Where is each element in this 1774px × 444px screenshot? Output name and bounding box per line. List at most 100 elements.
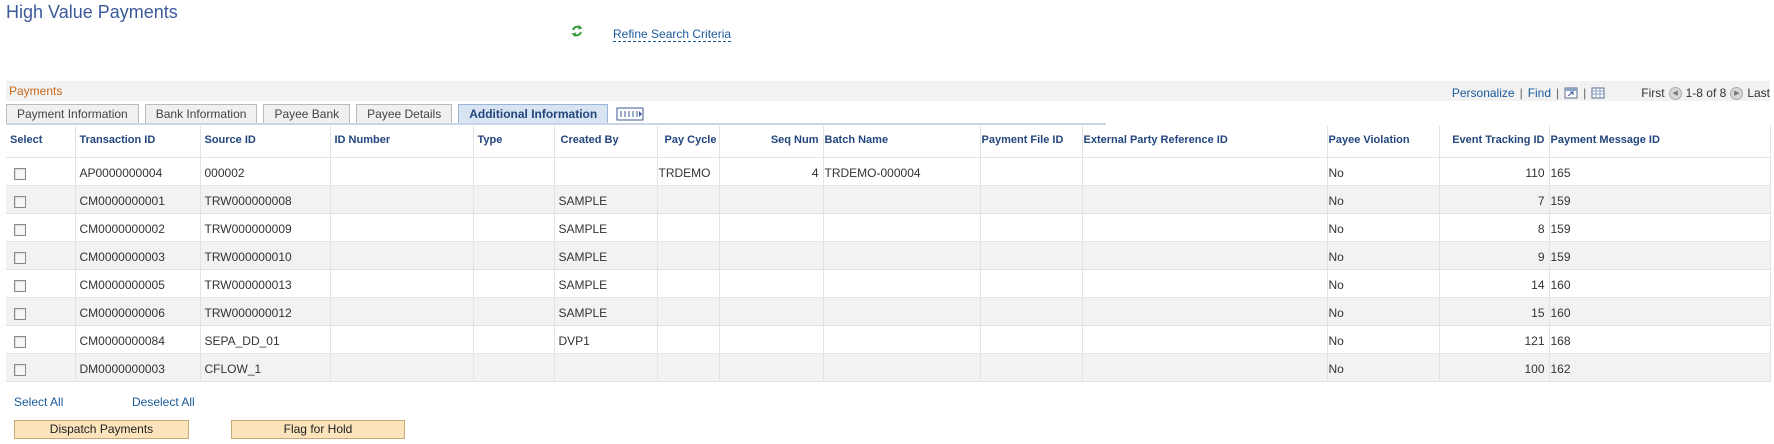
cell-payment-message-id: 160 — [1549, 268, 1771, 297]
cell-payment-message-id: 159 — [1549, 184, 1771, 213]
row-select-checkbox[interactable] — [14, 279, 26, 292]
cell-transaction-id: DM0000000003 — [75, 352, 201, 382]
col-seq-num[interactable]: Seq Num — [719, 126, 824, 157]
show-all-columns-icon[interactable] — [616, 106, 644, 122]
cell-batch-name: TRDEMO-000004 — [823, 156, 981, 185]
tab-payee-bank[interactable]: Payee Bank — [263, 104, 351, 124]
cell-select — [6, 296, 76, 325]
table-row: CM0000000005 TRW000000013 SAMPLE No 14 160 — [6, 268, 1771, 297]
row-select-checkbox[interactable] — [14, 307, 26, 320]
cell-type — [473, 296, 555, 325]
flag-for-hold-button[interactable]: Flag for Hold — [231, 420, 405, 439]
cell-type — [473, 184, 555, 213]
cell-event-tracking-id: 100 — [1439, 352, 1550, 382]
cell-id-number — [330, 212, 474, 241]
cell-batch-name — [823, 352, 981, 382]
personalize-link[interactable]: Personalize — [1452, 86, 1515, 100]
cell-source-id: SEPA_DD_01 — [200, 324, 331, 353]
cell-event-tracking-id: 7 — [1439, 184, 1550, 213]
cell-created-by: SAMPLE — [554, 268, 658, 297]
cell-select — [6, 156, 76, 185]
tab-payment-information[interactable]: Payment Information — [6, 104, 139, 124]
cell-pay-cycle — [657, 240, 720, 269]
cell-seq-num — [719, 240, 824, 269]
cell-source-id: TRW000000010 — [200, 240, 331, 269]
cell-batch-name — [823, 212, 981, 241]
find-link[interactable]: Find — [1528, 86, 1551, 100]
deselect-all-link[interactable]: Deselect All — [132, 395, 195, 409]
col-batch-name[interactable]: Batch Name — [823, 126, 981, 157]
col-payment-file-id[interactable]: Payment File ID — [980, 126, 1083, 157]
cell-payment-message-id: 162 — [1549, 352, 1771, 382]
row-select-checkbox[interactable] — [14, 363, 26, 376]
cell-id-number — [330, 240, 474, 269]
grid-header: Payments Personalize | Find | | First ◀ … — [6, 81, 1770, 101]
cell-pay-cycle: TRDEMO — [657, 156, 720, 185]
cell-external-party-reference-id — [1082, 324, 1328, 353]
col-pay-cycle[interactable]: Pay Cycle — [657, 126, 720, 157]
grid-navigation: Personalize | Find | | First ◀ 1-8 of 8 … — [1452, 85, 1770, 101]
col-payee-violation[interactable]: Payee Violation — [1327, 126, 1440, 157]
dispatch-payments-button[interactable]: Dispatch Payments — [14, 420, 189, 439]
cell-id-number — [330, 156, 474, 185]
nav-separator: | — [1583, 86, 1587, 100]
cell-payee-violation: No — [1327, 352, 1440, 382]
cell-pay-cycle — [657, 184, 720, 213]
col-event-tracking-id[interactable]: Event Tracking ID — [1439, 126, 1550, 157]
col-transaction-id[interactable]: Transaction ID — [75, 126, 201, 157]
cell-select — [6, 212, 76, 241]
cell-id-number — [330, 268, 474, 297]
row-select-checkbox[interactable] — [14, 167, 26, 180]
row-select-checkbox[interactable] — [14, 251, 26, 264]
cell-id-number — [330, 184, 474, 213]
zoom-grid-icon[interactable] — [1564, 87, 1578, 99]
cell-seq-num — [719, 268, 824, 297]
col-source-id[interactable]: Source ID — [200, 126, 331, 157]
cell-payee-violation: No — [1327, 240, 1440, 269]
cell-pay-cycle — [657, 352, 720, 382]
row-select-checkbox[interactable] — [14, 223, 26, 236]
col-payment-message-id[interactable]: Payment Message ID — [1549, 126, 1771, 157]
tab-additional-information[interactable]: Additional Information — [458, 104, 609, 124]
first-arrow-icon[interactable]: ◀ — [1668, 86, 1682, 100]
cell-type — [473, 212, 555, 241]
cell-payment-message-id: 159 — [1549, 240, 1771, 269]
download-icon[interactable] — [1591, 87, 1605, 99]
tab-payee-details[interactable]: Payee Details — [356, 104, 453, 124]
cell-external-party-reference-id — [1082, 184, 1328, 213]
cell-source-id: CFLOW_1 — [200, 352, 331, 382]
cell-payment-file-id — [980, 296, 1083, 325]
nav-separator: | — [1556, 86, 1560, 100]
cell-payee-violation: No — [1327, 324, 1440, 353]
cell-payment-message-id: 160 — [1549, 296, 1771, 325]
cell-payee-violation: No — [1327, 156, 1440, 185]
row-select-checkbox[interactable] — [14, 335, 26, 348]
refine-search-criteria-link[interactable]: Refine Search Criteria — [613, 27, 732, 42]
refresh-icon[interactable] — [570, 24, 584, 38]
cell-created-by: DVP1 — [554, 324, 658, 353]
cell-payment-file-id — [980, 212, 1083, 241]
col-select: Select — [6, 126, 76, 157]
cell-event-tracking-id: 110 — [1439, 156, 1550, 185]
tab-bank-information[interactable]: Bank Information — [144, 104, 258, 124]
cell-source-id: TRW000000009 — [200, 212, 331, 241]
cell-external-party-reference-id — [1082, 240, 1328, 269]
select-all-link[interactable]: Select All — [14, 395, 63, 409]
cell-external-party-reference-id — [1082, 268, 1328, 297]
last-arrow-icon[interactable]: ▶ — [1730, 86, 1744, 100]
cell-select — [6, 352, 76, 382]
col-id-number[interactable]: ID Number — [330, 126, 474, 157]
cell-payment-message-id: 168 — [1549, 324, 1771, 353]
cell-payee-violation: No — [1327, 296, 1440, 325]
col-type[interactable]: Type — [473, 126, 555, 157]
cell-payment-file-id — [980, 324, 1083, 353]
cell-seq-num — [719, 352, 824, 382]
row-select-checkbox[interactable] — [14, 195, 26, 208]
cell-transaction-id: CM0000000001 — [75, 184, 201, 213]
cell-event-tracking-id: 14 — [1439, 268, 1550, 297]
table-row: CM0000000002 TRW000000009 SAMPLE No 8 159 — [6, 212, 1771, 241]
cell-type — [473, 352, 555, 382]
col-external-party-reference-id[interactable]: External Party Reference ID — [1082, 126, 1328, 157]
col-created-by[interactable]: Created By — [554, 126, 658, 157]
table-row: DM0000000003 CFLOW_1 No 100 162 — [6, 352, 1771, 382]
